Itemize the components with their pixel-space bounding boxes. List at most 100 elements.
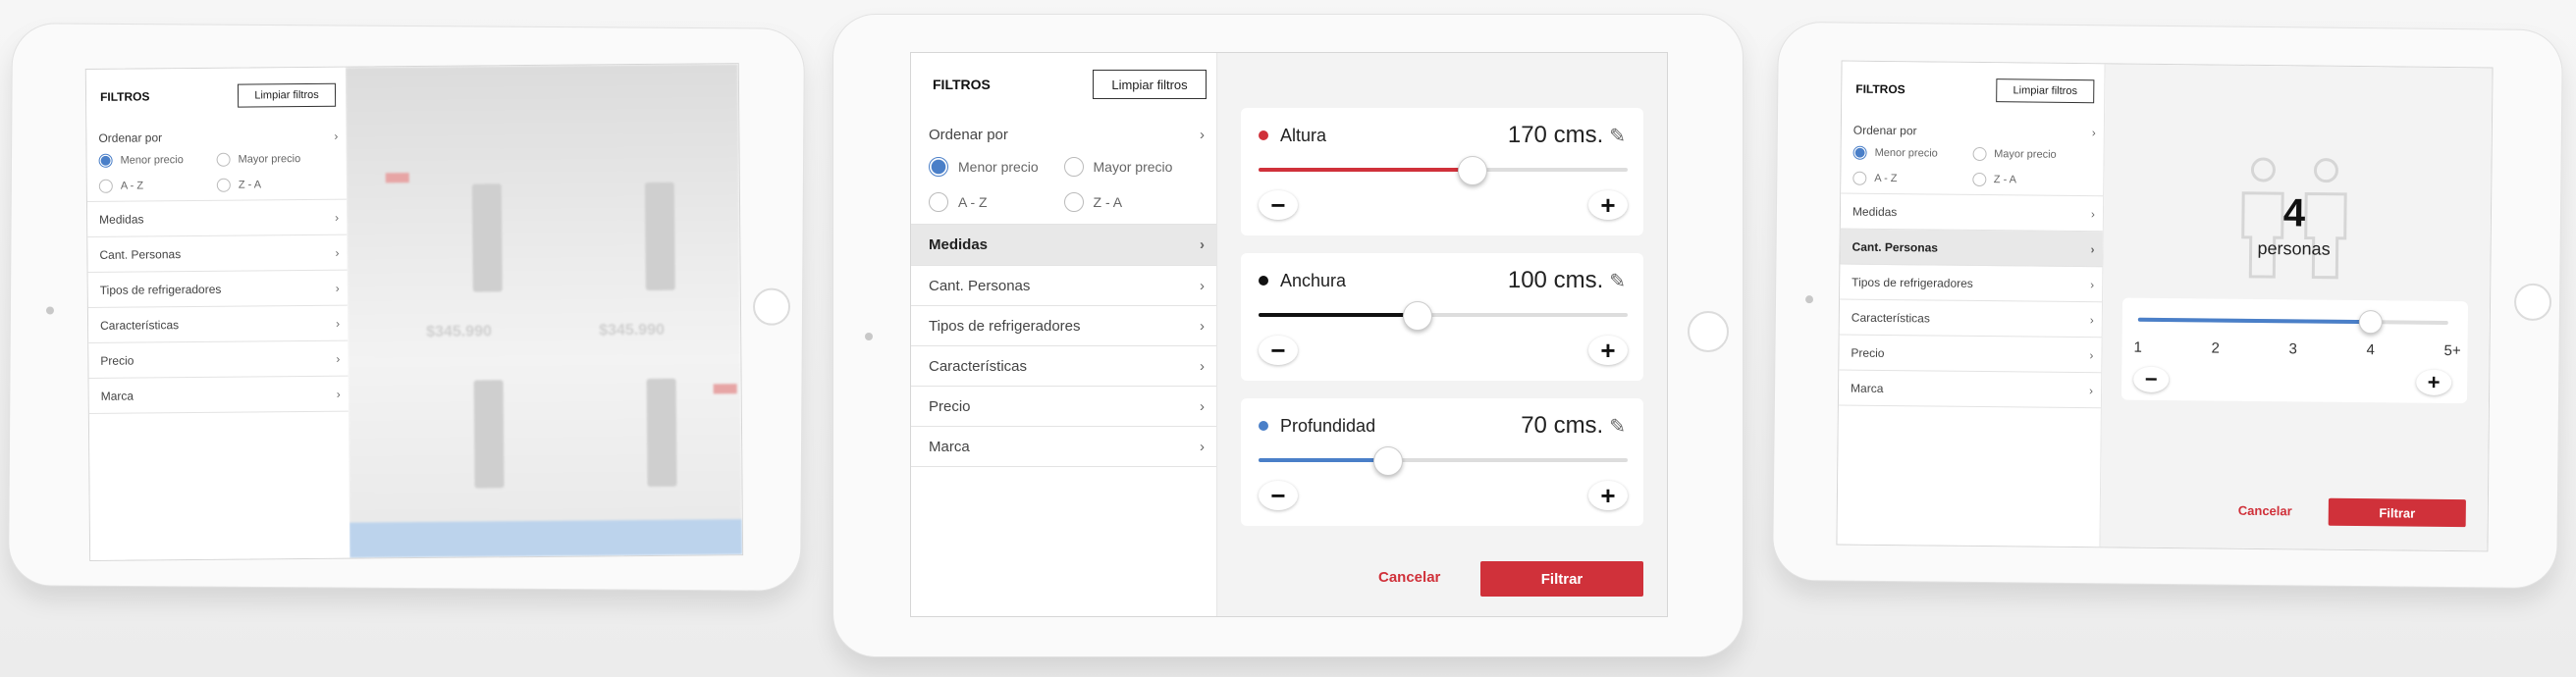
- category-brand[interactable]: Marca ›: [1838, 370, 2102, 409]
- category-brand[interactable]: Marca ›: [88, 376, 349, 414]
- measure-card-header: Anchura 100 cms. ✎: [1241, 253, 1643, 294]
- clear-filters-button[interactable]: Limpiar filtros: [1996, 78, 2095, 104]
- category-fridge-types[interactable]: Tipos de refrigeradores ›: [87, 270, 348, 308]
- tablet-camera: [45, 306, 54, 315]
- measure-label: Altura: [1280, 125, 1327, 145]
- sort-option-highest-price[interactable]: Mayor precio: [216, 152, 335, 167]
- sort-option-label: Z - A: [1993, 174, 2017, 186]
- increase-button[interactable]: +: [1588, 336, 1628, 365]
- category-persons[interactable]: Cant. Personas ›: [911, 266, 1216, 306]
- blurred-footer-bar: [349, 519, 743, 558]
- category-features[interactable]: Características ›: [87, 305, 349, 343]
- measure-label-wrap: Profundidad: [1259, 416, 1375, 437]
- sort-options: Menor precio Mayor precio A - Z Z - A: [86, 149, 347, 202]
- pencil-icon[interactable]: ✎: [1609, 414, 1626, 439]
- sort-option-highest-price[interactable]: Mayor precio: [1063, 157, 1200, 177]
- category-label: Marca: [1851, 381, 1884, 395]
- sort-by-row[interactable]: Ordenar por ›: [1842, 117, 2104, 147]
- filter-button[interactable]: Filtrar: [2328, 497, 2466, 528]
- series-dot: [1259, 130, 1268, 140]
- sort-option-a-z[interactable]: A - Z: [98, 179, 217, 193]
- decrease-button[interactable]: −: [2133, 366, 2170, 393]
- sort-option-z-a[interactable]: Z - A: [1971, 172, 2092, 187]
- blurred-tag: [385, 173, 409, 183]
- pencil-icon[interactable]: ✎: [1609, 124, 1626, 148]
- category-features[interactable]: Características ›: [1839, 299, 2103, 338]
- blurred-tag: [713, 384, 737, 394]
- blurred-product: [646, 378, 677, 487]
- sort-option-label: Menor precio: [1874, 146, 1938, 160]
- chevron-right-icon: ›: [335, 210, 340, 225]
- decrease-button[interactable]: −: [1259, 481, 1298, 510]
- increase-button[interactable]: +: [2416, 369, 2452, 396]
- category-label: Marca: [100, 389, 134, 403]
- category-label: Precio: [100, 353, 134, 368]
- panel-header: FILTROS Limpiar filtros: [1842, 62, 2105, 120]
- decrease-button[interactable]: −: [1259, 190, 1298, 220]
- measure-value: 170 cms.: [1507, 122, 1604, 148]
- sort-option-z-a[interactable]: Z - A: [1063, 192, 1200, 212]
- category-fridge-types[interactable]: Tipos de refrigeradores ›: [1840, 264, 2103, 303]
- increase-button[interactable]: +: [1588, 481, 1628, 510]
- sort-option-lowest-price[interactable]: Menor precio: [929, 157, 1064, 177]
- category-persons[interactable]: Cant. Personas ›: [87, 234, 348, 273]
- slider-thumb[interactable]: [1372, 446, 1403, 476]
- clear-filters-button[interactable]: Limpiar filtros: [1093, 70, 1207, 99]
- sort-option-a-z[interactable]: A - Z: [929, 192, 1064, 212]
- sort-option-highest-price[interactable]: Mayor precio: [1972, 146, 2092, 162]
- category-price[interactable]: Precio ›: [911, 387, 1216, 427]
- category-label: Tipos de refrigeradores: [99, 282, 222, 297]
- cancel-button[interactable]: Cancelar: [2238, 503, 2292, 519]
- blurred-price: $345.990: [426, 323, 492, 340]
- sort-option-label: Mayor precio: [238, 153, 301, 166]
- slider-track[interactable]: [1259, 168, 1628, 172]
- tick-label: 3: [2288, 340, 2297, 358]
- mockup-stage: $345.990 $345.990 FILTROS Limpiar filtro…: [0, 0, 2576, 677]
- filter-panel: FILTROS Limpiar filtros Ordenar por › Men…: [911, 53, 1217, 616]
- increase-button[interactable]: +: [1588, 190, 1628, 220]
- sort-option-z-a[interactable]: Z - A: [216, 178, 335, 192]
- measure-value-wrap: 70 cms. ✎: [1521, 412, 1626, 440]
- category-brand[interactable]: Marca ›: [911, 427, 1216, 467]
- category-fridge-types[interactable]: Tipos de refrigeradores ›: [911, 306, 1216, 346]
- tick-label: 4: [2366, 341, 2375, 359]
- slider-thumb[interactable]: [1458, 156, 1488, 185]
- sort-option-a-z[interactable]: A - Z: [1852, 171, 1972, 186]
- sort-option-lowest-price[interactable]: Menor precio: [98, 153, 217, 168]
- filter-button[interactable]: Filtrar: [1480, 561, 1643, 597]
- category-persons[interactable]: Cant. Personas ›: [1840, 229, 2103, 268]
- measure-card-header: Profundidad 70 cms. ✎: [1241, 398, 1643, 440]
- pencil-icon[interactable]: ✎: [1609, 269, 1626, 293]
- slider-thumb[interactable]: [1402, 301, 1432, 331]
- tablet-home-button: [2513, 283, 2552, 322]
- category-measures[interactable]: Medidas ›: [1840, 193, 2104, 233]
- chevron-right-icon: ›: [1200, 438, 1205, 455]
- decrease-button[interactable]: −: [1259, 336, 1298, 365]
- radio-icon: [216, 152, 231, 167]
- sort-by-row[interactable]: Ordenar por ›: [86, 123, 346, 152]
- measure-label: Profundidad: [1280, 415, 1376, 436]
- sort-by-row[interactable]: Ordenar por ›: [911, 116, 1216, 153]
- clear-filters-button[interactable]: Limpiar filtros: [237, 82, 337, 108]
- category-measures[interactable]: Medidas ›: [911, 225, 1216, 266]
- category-label: Características: [929, 357, 1028, 375]
- cancel-button[interactable]: Cancelar: [1378, 569, 1440, 586]
- category-price[interactable]: Precio ›: [88, 340, 349, 379]
- slider-track[interactable]: [1259, 458, 1628, 462]
- radio-icon: [1972, 146, 1987, 162]
- slider-fill: [1259, 168, 1474, 172]
- chevron-right-icon: ›: [2090, 241, 2095, 256]
- slider-thumb[interactable]: [2358, 310, 2383, 335]
- category-measures[interactable]: Medidas ›: [86, 199, 348, 237]
- persons-panel: 4 personas 1 2 3 4 5+ − + Cancelar Filtr…: [2100, 64, 2493, 551]
- category-features[interactable]: Características ›: [911, 346, 1216, 387]
- panel-title: FILTROS: [99, 89, 150, 104]
- sort-option-lowest-price[interactable]: Menor precio: [1852, 145, 1973, 161]
- radio-checked-icon: [929, 157, 948, 177]
- slider-track[interactable]: [2137, 317, 2448, 325]
- measure-label: Anchura: [1280, 270, 1347, 290]
- slider-track[interactable]: [1259, 313, 1628, 317]
- category-price[interactable]: Precio ›: [1839, 335, 2102, 374]
- measure-label-wrap: Altura: [1259, 126, 1326, 146]
- chevron-right-icon: ›: [2089, 383, 2094, 397]
